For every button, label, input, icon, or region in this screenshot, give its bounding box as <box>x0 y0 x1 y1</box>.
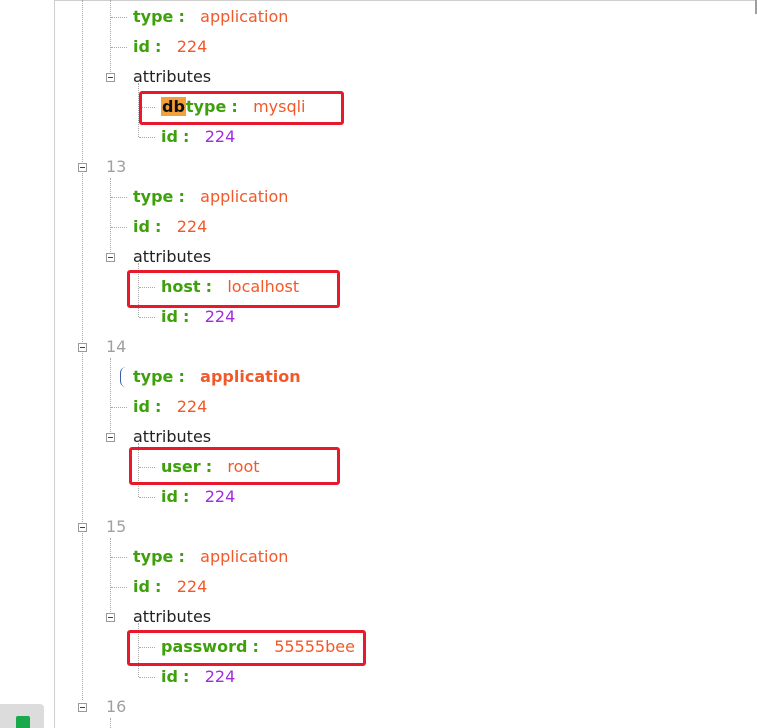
attributes-node[interactable]: attributes <box>133 427 211 447</box>
tree-guide-block13 <box>110 178 111 252</box>
field-id: id : 224 <box>133 577 207 597</box>
attributes-label: attributes <box>133 427 212 446</box>
branch <box>111 17 127 18</box>
field-separator: : <box>183 307 190 326</box>
attributes-label: attributes <box>133 67 212 86</box>
field-value: 224 <box>204 307 236 326</box>
field-type: type : application <box>133 547 288 567</box>
tree-guide-block14 <box>110 358 111 432</box>
field-id: id : 224 <box>133 217 207 237</box>
field-separator: : <box>178 367 185 386</box>
field-id: id : 224 <box>161 127 235 147</box>
field-key: id <box>133 37 150 56</box>
field-value: 224 <box>176 217 208 236</box>
field-separator: : <box>178 187 185 206</box>
annotation-box-dbtype <box>139 91 344 125</box>
field-value: 224 <box>176 37 208 56</box>
branch <box>139 677 155 678</box>
field-value: 224 <box>204 127 236 146</box>
branch <box>139 497 155 498</box>
field-key: id <box>133 397 150 416</box>
field-value: application <box>200 7 289 26</box>
attributes-label: attributes <box>133 247 212 266</box>
field-separator: : <box>178 547 185 566</box>
field-key: id <box>161 307 178 326</box>
field-type: type : application <box>133 7 288 27</box>
field-separator: : <box>183 127 190 146</box>
field-key: id <box>161 667 178 686</box>
tree-guide-block0 <box>110 0 111 72</box>
array-index: 13 <box>106 157 127 176</box>
branch <box>111 227 127 228</box>
minus-square-icon[interactable] <box>106 73 115 82</box>
field-key: id <box>133 577 150 596</box>
branch <box>139 137 155 138</box>
field-value: 224 <box>176 397 208 416</box>
minus-square-icon[interactable] <box>106 253 115 262</box>
field-id: id : 224 <box>161 487 235 507</box>
field-key: type <box>133 187 174 206</box>
field-value: application <box>200 547 289 566</box>
viewer-top-border <box>54 0 757 1</box>
minus-square-icon[interactable] <box>78 523 87 532</box>
field-value: 224 <box>176 577 208 596</box>
field-type: type : application <box>133 187 288 207</box>
field-id: id : 224 <box>161 307 235 327</box>
field-type: type : application <box>133 367 301 387</box>
tree-guide-block15 <box>110 538 111 612</box>
attributes-node[interactable]: attributes <box>133 607 211 627</box>
field-separator: : <box>178 7 185 26</box>
field-separator: : <box>155 397 162 416</box>
branch <box>111 197 127 198</box>
attributes-node[interactable]: attributes <box>133 67 211 87</box>
attributes-node[interactable]: attributes <box>133 247 211 267</box>
field-separator: : <box>155 217 162 236</box>
branch <box>111 557 127 558</box>
field-key: type <box>133 547 174 566</box>
field-key: type <box>133 7 174 26</box>
field-separator: : <box>155 577 162 596</box>
field-key: type <box>133 367 174 386</box>
array-index: 16 <box>106 697 127 716</box>
attributes-label: attributes <box>133 607 212 626</box>
field-key: id <box>161 487 178 506</box>
shield-icon <box>16 716 30 728</box>
annotation-box-user <box>129 447 340 485</box>
minus-square-icon[interactable] <box>106 433 115 442</box>
field-id: id : 224 <box>133 37 207 57</box>
field-value: 224 <box>204 667 236 686</box>
branch <box>111 47 127 48</box>
minus-square-icon[interactable] <box>78 343 87 352</box>
annotation-box-password <box>127 630 366 666</box>
field-id: id : 224 <box>161 667 235 687</box>
field-separator: : <box>183 487 190 506</box>
field-separator: : <box>183 667 190 686</box>
branch <box>111 587 127 588</box>
tree-guide-block16 <box>110 718 111 728</box>
branch <box>139 317 155 318</box>
branch <box>111 407 127 408</box>
field-value: application <box>200 367 301 386</box>
field-separator: : <box>155 37 162 56</box>
array-index: 15 <box>106 517 127 536</box>
field-id: id : 224 <box>133 397 207 417</box>
minus-square-icon[interactable] <box>78 163 87 172</box>
array-index: 14 <box>106 337 127 356</box>
viewer-left-border <box>54 0 55 728</box>
field-key: id <box>133 217 150 236</box>
annotation-box-host <box>127 270 340 308</box>
bracket-match-indicator <box>120 367 127 387</box>
field-value: application <box>200 187 289 206</box>
field-key: id <box>161 127 178 146</box>
minus-square-icon[interactable] <box>106 613 115 622</box>
field-value: 224 <box>204 487 236 506</box>
minus-square-icon[interactable] <box>78 703 87 712</box>
